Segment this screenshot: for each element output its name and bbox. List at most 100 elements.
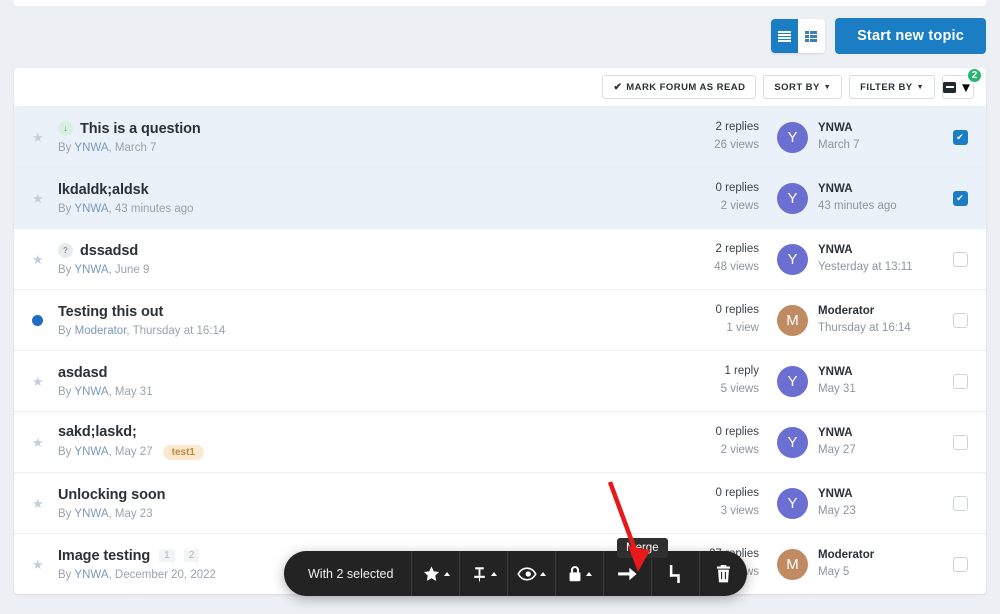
last-poster: Y YNWA May 23 — [759, 486, 934, 521]
topic-title-link[interactable]: asdasd — [58, 365, 107, 381]
row-checkbox[interactable]: ✔ — [952, 190, 968, 206]
follow-star-icon[interactable]: ★ — [32, 558, 44, 571]
avatar[interactable]: Y — [777, 182, 808, 214]
row-checkbox[interactable] — [952, 251, 968, 267]
row-checkbox[interactable]: ✔ — [952, 129, 968, 145]
row-marker — [32, 314, 58, 326]
follow-star-icon[interactable]: ★ — [32, 436, 44, 449]
follow-star-icon[interactable]: ★ — [32, 375, 44, 388]
view-mode-grid-button[interactable] — [798, 19, 826, 53]
last-poster-name[interactable]: YNWA — [818, 120, 860, 137]
topic-tag[interactable]: test1 — [162, 445, 204, 460]
last-post-date: May 27 — [818, 444, 856, 456]
last-poster-text: Moderator May 5 — [818, 547, 874, 582]
merge-tooltip: Merge — [617, 538, 668, 558]
topic-title-line: Testing this out — [58, 304, 681, 320]
filter-by-button[interactable]: FILTER BY ▼ — [849, 75, 935, 99]
table-row[interactable]: ★? dssadsd By YNWA, June 92 replies 48 view… — [14, 228, 986, 289]
last-poster-text: YNWA Yesterday at 13:11 — [818, 242, 913, 277]
topic-title-link[interactable]: sakd;laskd; — [58, 424, 137, 440]
topic-title-link[interactable]: Image testing — [58, 548, 150, 564]
topic-title-link[interactable]: This is a question — [80, 121, 201, 137]
last-poster-text: YNWA 43 minutes ago — [818, 181, 897, 216]
topic-author-link[interactable]: Moderator — [75, 325, 127, 337]
row-checkbox[interactable] — [952, 556, 968, 572]
reply-count: 0 replies — [715, 426, 759, 439]
bulk-delete-button[interactable] — [699, 551, 747, 596]
topic-author-link[interactable]: YNWA — [74, 264, 108, 276]
byline-date: , May 31 — [108, 385, 153, 398]
avatar[interactable]: Y — [777, 487, 808, 519]
topic-title-line: lkdaldk;aldsk — [58, 182, 681, 198]
sort-by-button[interactable]: SORT BY ▼ — [763, 75, 843, 99]
table-row[interactable]: Testing this out By Moderator, Thursday a… — [14, 289, 986, 350]
avatar[interactable]: Y — [777, 243, 808, 275]
follow-star-icon[interactable]: ★ — [32, 253, 44, 266]
row-checkbox-cell: ✔ — [934, 129, 986, 145]
last-poster-name[interactable]: Moderator — [818, 303, 911, 320]
last-poster-name[interactable]: YNWA — [818, 425, 856, 442]
avatar[interactable]: M — [777, 548, 808, 580]
topic-author-link[interactable]: YNWA — [74, 386, 108, 398]
topic-title-line: Unlocking soon — [58, 487, 681, 503]
avatar[interactable]: M — [777, 304, 808, 336]
topic-title-link[interactable]: lkdaldk;aldsk — [58, 182, 149, 198]
avatar[interactable]: Y — [777, 121, 808, 153]
topic-title-link[interactable]: dssadsd — [80, 243, 138, 259]
table-row[interactable]: ★ asdasd By YNWA, May 31 1 reply 5 views Y YNW… — [14, 350, 986, 411]
row-checkbox[interactable] — [952, 312, 968, 328]
last-poster-name[interactable]: YNWA — [818, 181, 897, 198]
selection-menu-button[interactable]: ▼ 2 — [942, 68, 983, 99]
bulk-lock-button[interactable] — [555, 551, 603, 596]
row-checkbox[interactable] — [952, 373, 968, 389]
eye-icon — [517, 566, 538, 581]
avatar[interactable]: Y — [777, 365, 808, 397]
chevron-down-icon: ▼ — [823, 83, 832, 91]
row-checkbox[interactable] — [952, 495, 968, 511]
row-marker: ★ — [32, 192, 58, 205]
question-status-icon: ? — [58, 243, 73, 258]
topic-title-link[interactable]: Testing this out — [58, 304, 163, 320]
view-mode-toggle[interactable] — [771, 19, 826, 53]
start-new-topic-button[interactable]: Start new topic — [835, 18, 986, 54]
mark-forum-as-read-button[interactable]: ✔ MARK FORUM AS READ — [602, 75, 757, 99]
last-poster-name[interactable]: Moderator — [818, 547, 874, 564]
topic-author-link[interactable]: YNWA — [74, 142, 108, 154]
list-view-icon — [778, 30, 792, 42]
follow-star-icon[interactable]: ★ — [32, 131, 44, 144]
last-poster-name[interactable]: YNWA — [818, 486, 856, 503]
topic-author-link[interactable]: YNWA — [74, 569, 108, 581]
table-row[interactable]: ★ lkdaldk;aldsk By YNWA, 43 minutes ago 0 r… — [14, 167, 986, 228]
topic-byline: By Moderator, Thursday at 16:14 — [58, 325, 681, 337]
follow-star-icon[interactable]: ★ — [32, 497, 44, 510]
row-checkbox-cell — [934, 556, 986, 572]
byline-date: , May 23 — [108, 507, 153, 520]
last-poster-name[interactable]: YNWA — [818, 364, 856, 381]
table-row[interactable]: ★ Unlocking soon By YNWA, May 23 0 replies 3… — [14, 472, 986, 533]
follow-star-icon[interactable]: ★ — [32, 192, 44, 205]
pin-icon — [474, 566, 485, 581]
star-icon — [423, 566, 440, 581]
topic-byline: By YNWA, 43 minutes ago — [58, 203, 681, 215]
table-row[interactable]: ★ ↓ This is a question By YNWA, March 72 re… — [14, 106, 986, 167]
avatar[interactable]: Y — [777, 426, 808, 458]
topic-author-link[interactable]: YNWA — [74, 508, 108, 520]
reply-count: 0 replies — [715, 487, 759, 500]
page-badge[interactable]: 2 — [183, 549, 200, 562]
topic-title-line: ↓ This is a question — [58, 121, 681, 137]
question-status-icon: ↓ — [58, 121, 73, 136]
view-mode-list-button[interactable] — [771, 19, 799, 53]
topic-author-link[interactable]: YNWA — [74, 446, 108, 458]
topic-title-link[interactable]: Unlocking soon — [58, 487, 165, 503]
bulk-visibility-button[interactable] — [507, 551, 555, 596]
topic-author-link[interactable]: YNWA — [74, 203, 108, 215]
bulk-star-button[interactable] — [411, 551, 459, 596]
table-row[interactable]: ★ sakd;laskd; By YNWA, May 27 test1 0 replie… — [14, 411, 986, 472]
topic-stats: 1 reply 5 views — [681, 363, 759, 399]
last-poster-name[interactable]: YNWA — [818, 242, 913, 259]
page-badge[interactable]: 1 — [159, 549, 175, 562]
row-checkbox[interactable] — [952, 434, 968, 450]
row-marker: ★ — [32, 253, 58, 266]
byline-prefix: By — [58, 507, 75, 520]
bulk-pin-button[interactable] — [459, 551, 507, 596]
